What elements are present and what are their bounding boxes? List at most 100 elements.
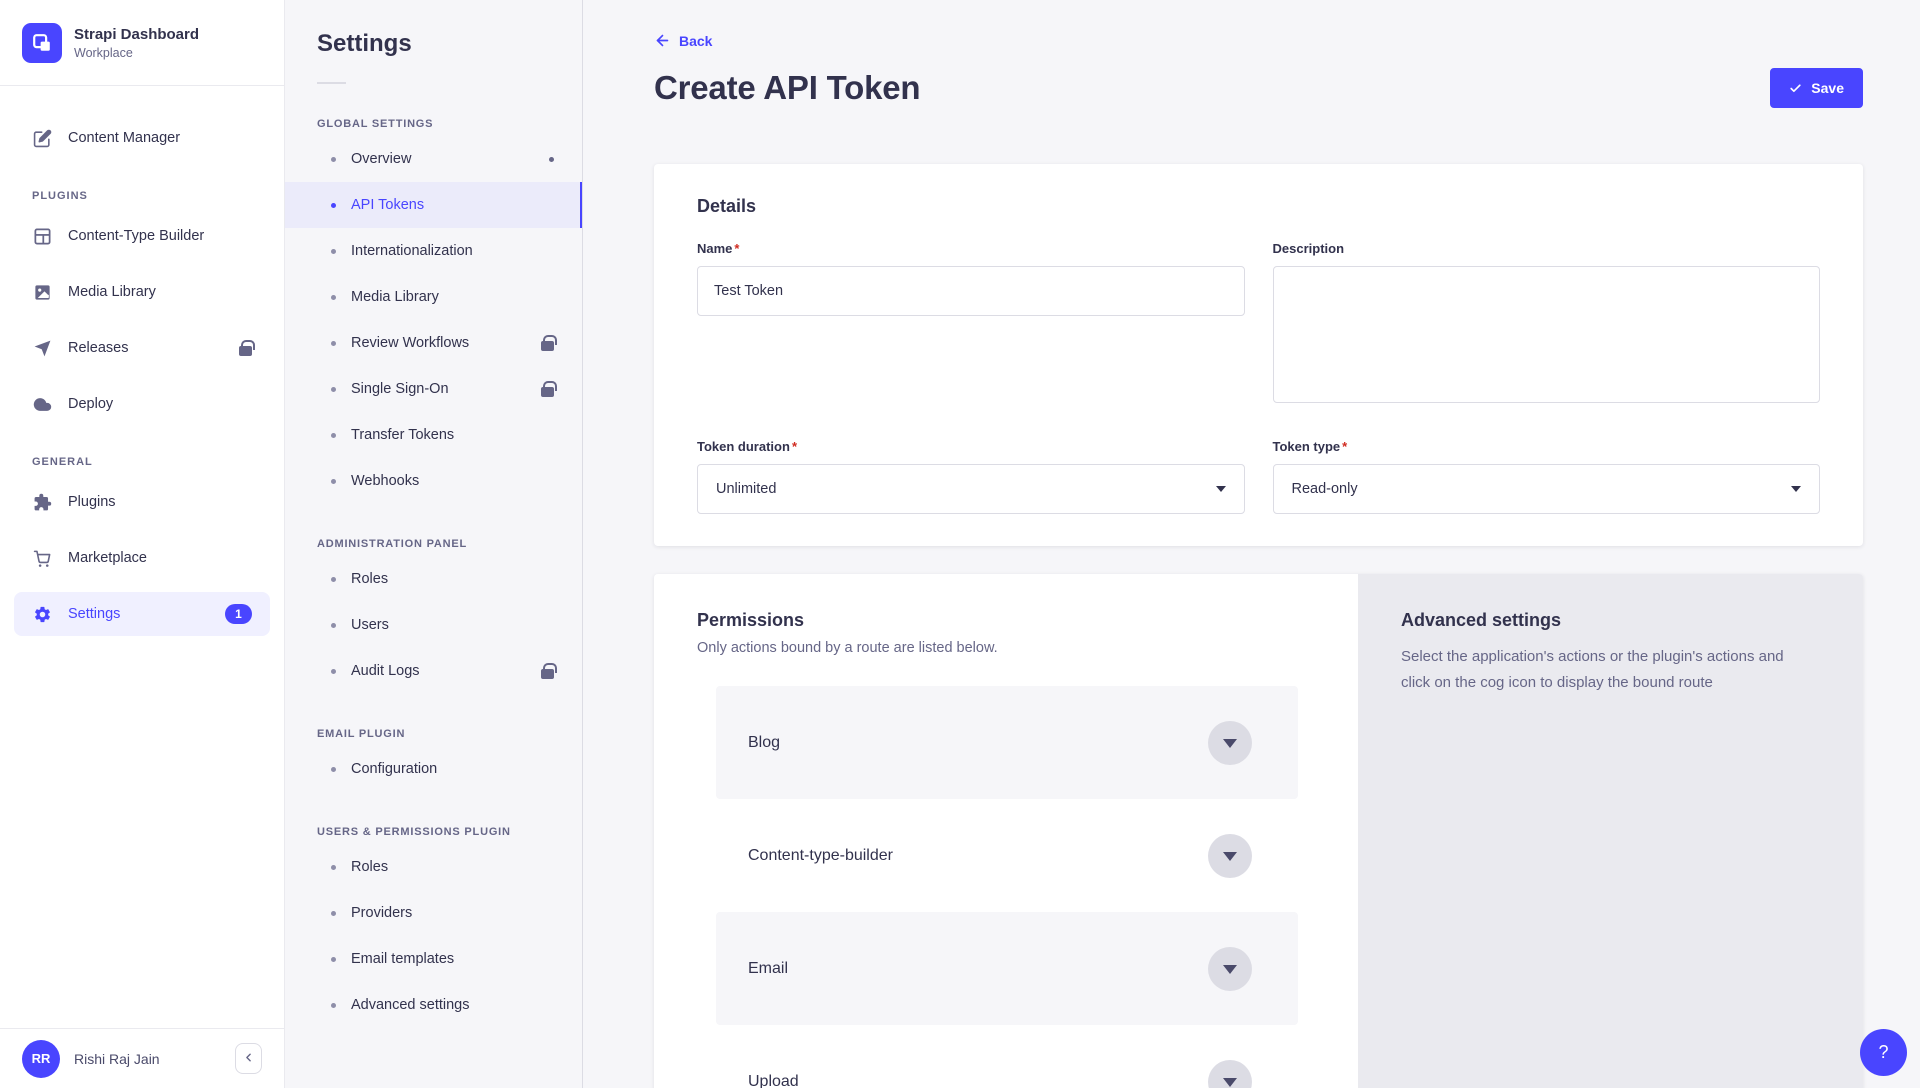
subnav-section-global-settings: GLOBAL SETTINGS [317,118,550,130]
token-type-value: Read-only [1292,481,1358,497]
subnav-item-providers[interactable]: Providers [285,890,582,936]
sidebar-item-settings[interactable]: Settings 1 [14,592,270,636]
sidebar-item-media-library[interactable]: Media Library [14,270,270,314]
subnav-item-label: Webhooks [351,473,419,489]
subnav-item-email-templates[interactable]: Email templates [285,936,582,982]
subnav-item-single-sign-on[interactable]: Single Sign-On [285,366,582,412]
expand-accordion-button[interactable] [1208,721,1252,765]
sidebar-nav: Content Manager PLUGINS Content-Type Bui… [0,86,284,1028]
permissions-panel: Permissions Only actions bound by a rout… [654,574,1358,1088]
main-content: Back Create API Token Save Details Name [583,0,1920,1088]
subnav-item-configuration[interactable]: Configuration [285,746,582,792]
expand-accordion-button[interactable] [1208,947,1252,991]
name-input[interactable] [697,266,1245,316]
sidebar-item-label: Plugins [68,494,116,510]
required-asterisk: * [1342,439,1347,454]
subnav-item-label: Advanced settings [351,997,470,1013]
strapi-logo-icon [22,23,62,63]
subnav-item-roles-admin[interactable]: Roles [285,556,582,602]
subnav-item-advanced-settings[interactable]: Advanced settings [285,982,582,1028]
token-duration-select[interactable]: Unlimited [697,464,1245,514]
subnav-item-label: Media Library [351,289,439,305]
workspace-subtitle: Workplace [74,46,199,60]
sidebar-item-content-manager[interactable]: Content Manager [14,116,270,160]
accordion-content-type-builder[interactable]: Content-type-builder [716,799,1298,912]
advanced-settings-panel: Advanced settings Select the application… [1358,574,1863,1088]
back-link[interactable]: Back [654,32,712,49]
sidebar-item-deploy[interactable]: Deploy [14,382,270,426]
subnav-section-administration-panel: ADMINISTRATION PANEL [317,538,550,550]
sidebar-item-content-type-builder[interactable]: Content-Type Builder [14,214,270,258]
sidebar-section-general: GENERAL [32,456,252,468]
subnav-item-roles-up[interactable]: Roles [285,844,582,890]
subnav-item-users[interactable]: Users [285,602,582,648]
question-mark-icon: ? [1878,1042,1888,1063]
advanced-settings-heading: Advanced settings [1401,610,1801,631]
permissions-accordion-list: Blog Content-type-builder Email [716,686,1298,1088]
divider [317,82,346,84]
token-type-label: Token type [1273,439,1341,454]
bullet-icon [331,203,336,208]
bullet-icon [331,669,336,674]
subnav-item-review-workflows[interactable]: Review Workflows [285,320,582,366]
arrow-left-icon [654,32,671,49]
subnav-item-media-library[interactable]: Media Library [285,274,582,320]
save-button[interactable]: Save [1770,68,1863,108]
subnav-item-label: Internationalization [351,243,473,259]
sidebar-item-releases[interactable]: Releases [14,326,270,370]
chevron-down-icon [1223,852,1237,861]
bullet-icon [331,249,336,254]
subnav-item-webhooks[interactable]: Webhooks [285,458,582,504]
gear-icon [32,604,52,624]
lock-icon [541,387,554,397]
user-name: Rishi Raj Jain [74,1051,160,1067]
description-textarea[interactable] [1273,266,1821,403]
sidebar-item-label: Deploy [68,396,113,412]
chevron-down-icon [1223,1078,1237,1087]
help-button[interactable]: ? [1860,1029,1907,1076]
token-duration-label: Token duration [697,439,790,454]
save-label: Save [1811,80,1844,96]
bullet-icon [331,623,336,628]
sidebar-item-marketplace[interactable]: Marketplace [14,536,270,580]
required-asterisk: * [792,439,797,454]
layout-grid-icon [32,226,52,246]
subnav-item-label: Email templates [351,951,454,967]
advanced-settings-description: Select the application's actions or the … [1401,644,1801,696]
token-type-field-group: Token type * Read-only [1273,439,1821,514]
cloud-icon [32,394,52,414]
token-duration-value: Unlimited [716,481,776,497]
name-label: Name [697,241,732,256]
pen-icon [32,128,52,148]
accordion-blog[interactable]: Blog [716,686,1298,799]
workspace-title: Strapi Dashboard [74,26,199,43]
back-label: Back [679,33,712,49]
subnav-item-transfer-tokens[interactable]: Transfer Tokens [285,412,582,458]
workspace-header[interactable]: Strapi Dashboard Workplace [0,0,284,86]
subnav-item-internationalization[interactable]: Internationalization [285,228,582,274]
sidebar-item-label: Content-Type Builder [68,228,204,244]
subnav-item-label: Audit Logs [351,663,420,679]
bullet-icon [331,479,336,484]
subnav-item-audit-logs[interactable]: Audit Logs [285,648,582,694]
collapse-sidebar-button[interactable] [235,1043,262,1074]
main-sidebar: Strapi Dashboard Workplace Content Manag… [0,0,285,1088]
lock-icon [239,346,252,356]
details-heading: Details [697,196,1820,217]
accordion-email[interactable]: Email [716,912,1298,1025]
sidebar-section-plugins: PLUGINS [32,190,252,202]
expand-accordion-button[interactable] [1208,834,1252,878]
subnav-item-label: Review Workflows [351,335,469,351]
chevron-down-icon [1223,965,1237,974]
avatar[interactable]: RR [22,1040,60,1078]
image-icon [32,282,52,302]
sidebar-item-plugins[interactable]: Plugins [14,480,270,524]
token-type-select[interactable]: Read-only [1273,464,1821,514]
expand-accordion-button[interactable] [1208,1060,1252,1088]
chevron-down-icon [1791,486,1801,492]
required-asterisk: * [734,241,739,256]
subnav-item-api-tokens[interactable]: API Tokens [285,182,582,228]
subnav-item-overview[interactable]: Overview [285,136,582,182]
accordion-upload[interactable]: Upload [716,1025,1298,1088]
accordion-label: Blog [748,734,780,752]
